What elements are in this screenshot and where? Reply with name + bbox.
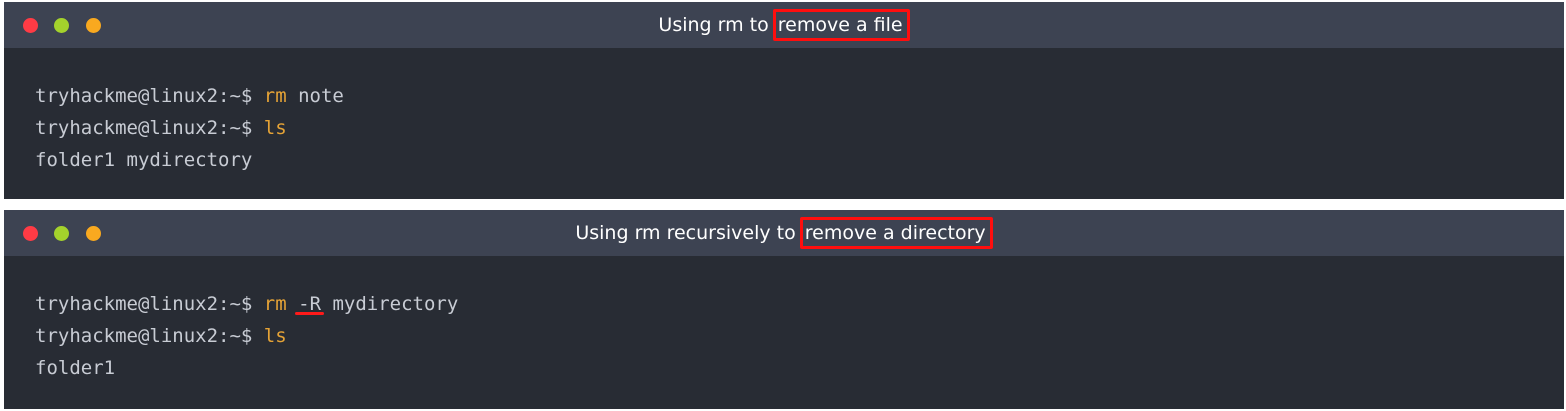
terminal-window-remove-file: Using rm to remove a file tryhackme@linu… [4, 2, 1564, 199]
command-args: mydirectory [321, 293, 459, 315]
command: rm [263, 293, 287, 315]
titlebar: Using rm recursively to remove a directo… [4, 210, 1564, 256]
window-title: Using rm to remove a file [4, 2, 1564, 48]
terminal-window-remove-directory: Using rm recursively to remove a directo… [4, 210, 1564, 409]
title-text: Using rm recursively to [575, 222, 802, 244]
title-highlight: remove a file [772, 9, 910, 41]
title-highlight: remove a directory [799, 217, 993, 249]
command: ls [263, 325, 287, 347]
command-output: folder1 mydirectory [35, 149, 253, 171]
terminal-line: tryhackme@linux2:~$ rm note [35, 80, 344, 112]
command-flag: -R [295, 293, 325, 315]
window-title: Using rm recursively to remove a directo… [4, 210, 1564, 256]
titlebar: Using rm to remove a file [4, 2, 1564, 48]
terminal-line: tryhackme@linux2:~$ ls [35, 320, 458, 352]
terminal-output: tryhackme@linux2:~$ rm note tryhackme@li… [35, 80, 344, 176]
terminal-output: tryhackme@linux2:~$ rm -R mydirectory tr… [35, 288, 458, 384]
terminal-line: tryhackme@linux2:~$ rm -R mydirectory [35, 288, 458, 320]
shell-prompt: tryhackme@linux2:~$ [35, 325, 264, 347]
shell-prompt: tryhackme@linux2:~$ [35, 85, 264, 107]
shell-prompt: tryhackme@linux2:~$ [35, 293, 264, 315]
command-args: note [286, 85, 344, 107]
flag-underline [295, 312, 325, 315]
shell-prompt: tryhackme@linux2:~$ [35, 117, 264, 139]
command: rm [263, 85, 287, 107]
command: ls [263, 117, 287, 139]
title-text: Using rm to [658, 14, 775, 36]
command-output: folder1 [35, 357, 116, 379]
terminal-line: tryhackme@linux2:~$ ls [35, 112, 344, 144]
terminal-line: folder1 [35, 352, 458, 384]
terminal-line: folder1 mydirectory [35, 144, 344, 176]
